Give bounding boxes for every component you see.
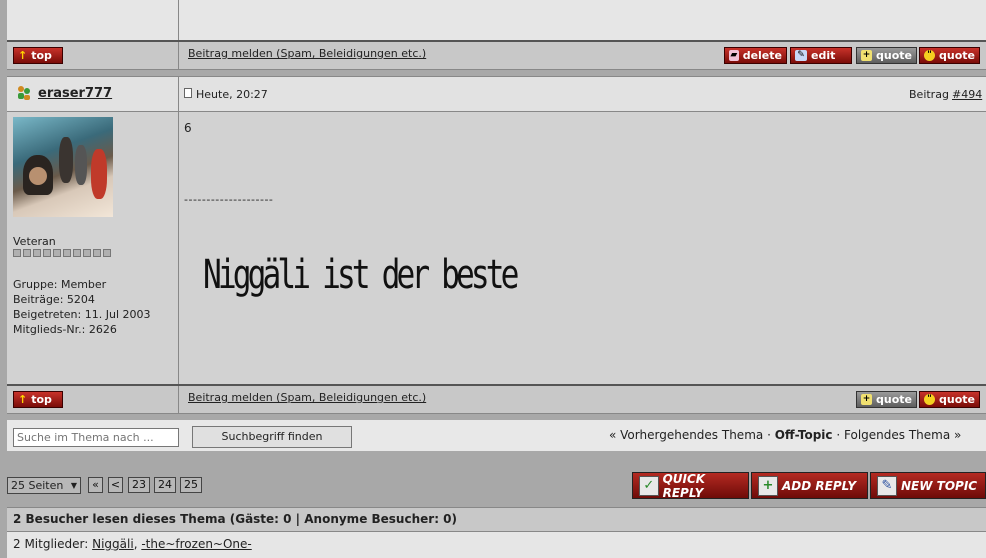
quote-button-2[interactable]: " quote (919, 391, 980, 408)
page-24[interactable]: 24 (154, 477, 176, 493)
members-label: 2 Mitglieder: (13, 537, 89, 551)
plus-icon: + (861, 50, 873, 61)
arrow-up-icon: ↑ (18, 393, 28, 406)
add-document-icon: + (758, 475, 778, 496)
edit-button[interactable]: ✎ edit (790, 47, 852, 64)
first-page-button[interactable]: « (88, 477, 103, 493)
user-group: Gruppe: Member (13, 278, 107, 291)
rank-pip (43, 249, 51, 257)
rank-pip (73, 249, 81, 257)
new-topic-button[interactable]: ✎ NEW TOPIC (870, 472, 986, 499)
quick-reply-button[interactable]: ✓ QUICK REPLY (632, 472, 749, 500)
member-link[interactable]: Niggäli (92, 537, 134, 551)
new-topic-icon: ✎ (877, 475, 897, 496)
previous-post-body (0, 0, 986, 40)
page-23[interactable]: 23 (128, 477, 150, 493)
signature-text: Niggäli ist der beste (203, 252, 519, 298)
post-number-label: Beitrag (909, 88, 949, 101)
post-number-link[interactable]: #494 (952, 88, 982, 101)
user-online-icon (15, 85, 33, 101)
rank-pip (33, 249, 41, 257)
user-joined: Beigetreten: 11. Jul 2003 (13, 308, 151, 321)
add-reply-button[interactable]: + ADD REPLY (751, 472, 868, 499)
search-topic-input[interactable] (13, 428, 179, 447)
forum-link[interactable]: Off-Topic (775, 428, 833, 442)
rank-pip (93, 249, 101, 257)
speech-bubble-icon: " (924, 394, 936, 405)
previous-topic-link[interactable]: « Vorhergehendes Thema (609, 428, 763, 442)
top-button[interactable]: ↑ top (13, 47, 63, 64)
post-date: Heute, 20:27 (196, 88, 268, 101)
visitors-heading-row: 2 Besucher lesen dieses Thema (Gäste: 0 … (7, 507, 986, 532)
topic-navigation: « Vorhergehendes Thema · Off-Topic · Fol… (609, 428, 961, 442)
visitors-members-row: 2 Mitglieder: Niggäli, -the~frozen~One- (7, 532, 986, 558)
post-header (7, 76, 986, 112)
avatar (13, 117, 113, 217)
delete-button[interactable]: ▰ delete (724, 47, 787, 64)
rank-pip (53, 249, 61, 257)
user-rank: Veteran (13, 235, 56, 248)
signature-divider: -------------------- (184, 193, 274, 206)
rank-pips (13, 249, 111, 257)
chevron-down-icon: ▼ (70, 481, 77, 490)
rank-pip (63, 249, 71, 257)
plus-icon: + (861, 394, 873, 405)
post-author-name[interactable]: eraser777 (38, 86, 112, 101)
multiquote-button[interactable]: + quote (856, 47, 917, 64)
post-body-row (7, 112, 986, 384)
nav-separator: · (836, 428, 841, 442)
rank-pip (23, 249, 31, 257)
speech-bubble-icon: " (924, 50, 936, 61)
post-icon (184, 88, 192, 98)
rank-pip (103, 249, 111, 257)
next-topic-link[interactable]: Folgendes Thema » (844, 428, 961, 442)
user-post-count: Beiträge: 5204 (13, 293, 95, 306)
post-body-text: 6 (184, 121, 192, 135)
report-post-link[interactable]: Beitrag melden (Spam, Beleidigungen etc.… (188, 47, 426, 60)
page-25-current: 25 (180, 477, 202, 493)
report-post-link-2[interactable]: Beitrag melden (Spam, Beleidigungen etc.… (188, 391, 426, 404)
user-member-number: Mitglieds-Nr.: 2626 (13, 323, 117, 336)
eraser-icon: ▰ (729, 50, 739, 61)
pages-dropdown[interactable]: 25 Seiten ▼ (7, 477, 81, 494)
rank-pip (83, 249, 91, 257)
pencil-icon: ✎ (795, 50, 807, 61)
checkmark-icon: ✓ (639, 475, 659, 496)
rank-pip (13, 249, 21, 257)
arrow-up-icon: ↑ (18, 49, 28, 62)
multiquote-button-2[interactable]: + quote (856, 391, 917, 408)
search-topic-button[interactable]: Suchbegriff finden (192, 426, 352, 448)
visitors-heading: 2 Besucher lesen dieses Thema (Gäste: 0 … (13, 512, 457, 526)
member-link[interactable]: -the~frozen~One- (141, 537, 251, 551)
post-actions-bar (7, 384, 986, 414)
top-button-2[interactable]: ↑ top (13, 391, 63, 408)
previous-page-button[interactable]: < (108, 477, 123, 493)
nav-separator: · (767, 428, 771, 442)
quote-button[interactable]: " quote (919, 47, 980, 64)
